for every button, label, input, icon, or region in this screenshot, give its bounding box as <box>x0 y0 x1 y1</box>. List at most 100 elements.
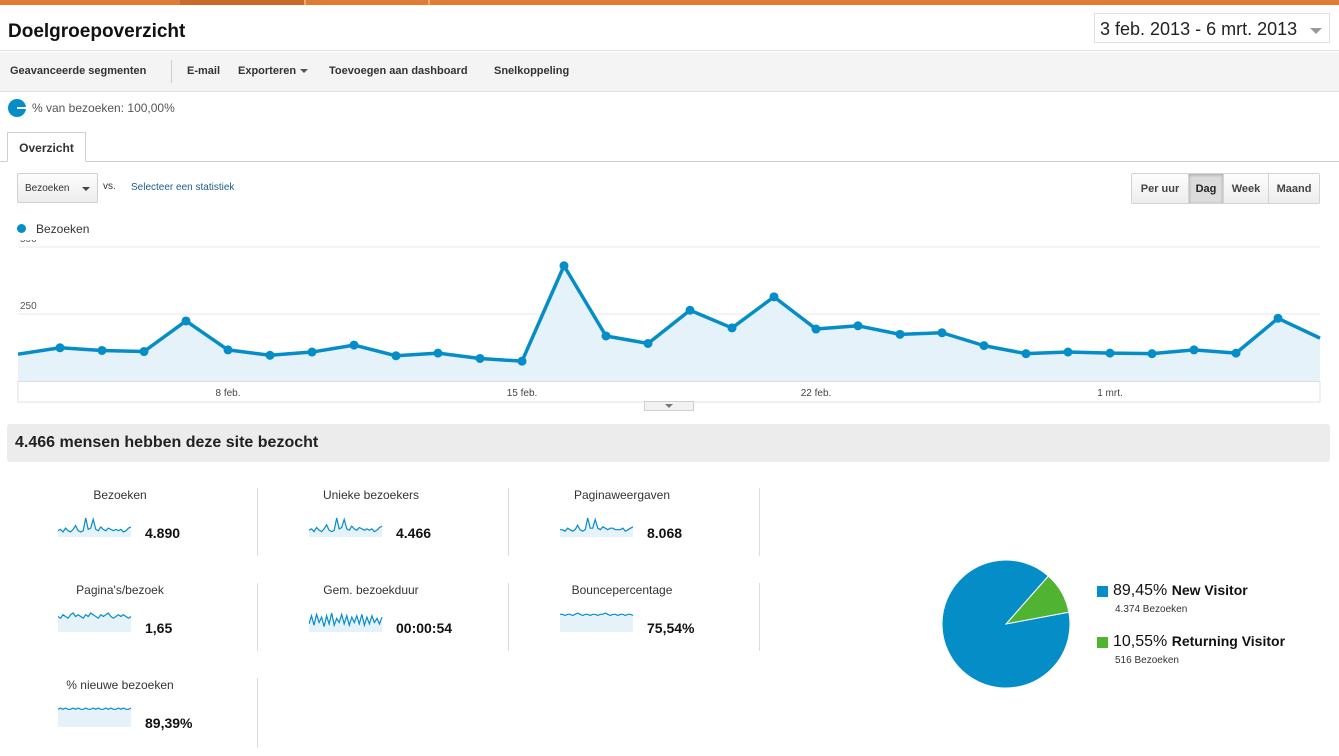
sparkline-area <box>309 613 382 632</box>
pie-sub-returning: 516 Bezoeken <box>1115 655 1179 666</box>
data-point[interactable] <box>727 323 737 333</box>
sparkline-area <box>309 518 382 537</box>
data-point[interactable] <box>559 261 569 271</box>
data-point[interactable] <box>601 331 611 341</box>
period-week-button[interactable]: Week <box>1224 174 1269 203</box>
legend-series-label: Bezoeken <box>36 222 90 236</box>
data-point[interactable] <box>895 329 905 339</box>
data-point[interactable] <box>97 345 107 355</box>
pie-name-new: New Visitor <box>1171 582 1248 598</box>
metric-select[interactable]: Bezoeken <box>17 173 98 203</box>
x-tick-label: 15 feb. <box>507 388 538 399</box>
date-range-picker[interactable]: 3 feb. 2013 - 6 mrt. 2013 <box>1094 13 1330 43</box>
period-day-button[interactable]: Dag <box>1189 174 1224 203</box>
data-point[interactable] <box>475 353 485 363</box>
metric-card[interactable]: Bouncepercentage 75,54% <box>510 583 760 671</box>
data-point[interactable] <box>1189 345 1199 355</box>
visitor-type-pie <box>940 558 1072 695</box>
data-point[interactable] <box>1147 349 1157 359</box>
visitors-headline: 4.466 mensen hebben deze site bezocht <box>15 434 319 451</box>
data-point[interactable] <box>517 356 527 366</box>
y-tick-label: 250 <box>20 301 37 312</box>
data-point[interactable] <box>979 341 989 351</box>
x-tick-label: 8 feb. <box>215 388 240 399</box>
visits-line-chart: 500 250 8 feb. 15 feb. 22 feb. 1 mrt. <box>17 240 1321 403</box>
data-point[interactable] <box>1105 348 1115 358</box>
email-button[interactable]: E-mail <box>187 65 220 77</box>
tab-baseline <box>0 161 1339 162</box>
sparkline-area <box>58 708 131 727</box>
metric-label: Unieke bezoekers <box>322 488 420 502</box>
pie-pct-new: 89,45% <box>1113 582 1168 599</box>
data-point[interactable] <box>1021 349 1031 359</box>
metric-value: 4.890 <box>145 525 181 541</box>
page-title: Doelgroepoverzicht <box>8 21 186 42</box>
sparkline <box>560 612 634 632</box>
sparkline <box>58 707 132 727</box>
data-point[interactable] <box>139 347 149 357</box>
data-point[interactable] <box>391 351 401 361</box>
metric-card[interactable]: % nieuwe bezoeken 89,39% <box>8 678 258 756</box>
metric-label: Bouncepercentage <box>571 583 673 597</box>
shortcut-button[interactable]: Snelkoppeling <box>494 65 569 77</box>
metric-divider <box>508 488 509 556</box>
data-point[interactable] <box>769 292 779 302</box>
period-hour-button[interactable]: Per uur <box>1132 174 1189 203</box>
add-to-dashboard-button[interactable]: Toevoegen aan dashboard <box>329 65 468 77</box>
data-point[interactable] <box>1273 313 1283 323</box>
period-month-button[interactable]: Maand <box>1269 174 1319 203</box>
metric-divider <box>759 583 760 651</box>
advanced-segments-button[interactable]: Geavanceerde segmenten <box>10 65 146 77</box>
legend-swatch <box>1097 637 1108 648</box>
x-tick-label: 22 feb. <box>801 388 832 399</box>
metric-select-value: Bezoeken <box>25 183 70 194</box>
data-point[interactable] <box>685 305 695 315</box>
data-point[interactable] <box>1231 348 1241 358</box>
metric-value: 1,65 <box>145 620 173 636</box>
export-label: Exporteren <box>238 65 297 77</box>
data-point[interactable] <box>811 324 821 334</box>
y-tick-label: 500 <box>20 240 37 245</box>
export-button[interactable]: Exporteren <box>238 65 309 77</box>
data-point[interactable] <box>853 321 863 331</box>
data-point[interactable] <box>181 316 191 326</box>
metric-card[interactable]: Unieke bezoekers 4.466 <box>259 488 509 576</box>
sparkline <box>58 612 132 632</box>
visitors-banner: 4.466 mensen hebben deze site bezocht <box>7 424 1330 462</box>
data-point[interactable] <box>307 347 317 357</box>
data-point[interactable] <box>55 343 65 353</box>
data-point[interactable] <box>1063 347 1073 357</box>
metric-value: 8.068 <box>647 525 683 541</box>
chart-collapse-toggle[interactable] <box>644 401 694 411</box>
tab-overview[interactable]: Overzicht <box>7 132 86 162</box>
data-point[interactable] <box>349 340 359 350</box>
legend-marker <box>17 224 26 233</box>
legend-swatch <box>1097 586 1108 597</box>
data-point[interactable] <box>937 328 947 338</box>
metric-card[interactable]: Bezoeken 4.890 <box>8 488 258 576</box>
pie-legend-entry: 10,55% Returning Visitor <box>1113 633 1285 651</box>
caret-down-icon <box>300 69 309 74</box>
data-point[interactable] <box>643 338 653 348</box>
metric-value: 00:00:54 <box>396 620 453 636</box>
sparkline-area <box>560 613 633 632</box>
segment-pie-icon <box>8 99 26 117</box>
metric-card[interactable]: Gem. bezoekduur 00:00:54 <box>259 583 509 671</box>
metric-value: 75,54% <box>647 620 695 636</box>
pie-name-returning: Returning Visitor <box>1171 633 1286 649</box>
metric-divider <box>508 583 509 651</box>
pie-sub-new: 4.374 Bezoeken <box>1115 604 1188 615</box>
data-point[interactable] <box>265 350 275 360</box>
chevron-down-icon <box>82 187 90 191</box>
metric-label: Pagina's/bezoek <box>76 583 164 597</box>
data-point[interactable] <box>433 348 443 358</box>
select-statistic-link[interactable]: Selecteer een statistiek <box>131 182 234 193</box>
metric-divider <box>257 583 258 651</box>
metric-label: Bezoeken <box>93 488 147 502</box>
visitor-type-pie-chart <box>941 559 1071 689</box>
metric-card[interactable]: Pagina's/bezoek 1,65 <box>8 583 258 671</box>
data-point[interactable] <box>223 345 233 355</box>
pie-legend-entry: 89,45% New Visitor <box>1113 582 1248 600</box>
metric-card[interactable]: Paginaweergaven 8.068 <box>510 488 760 576</box>
date-range-label: 3 feb. 2013 - 6 mrt. 2013 <box>1100 19 1298 39</box>
